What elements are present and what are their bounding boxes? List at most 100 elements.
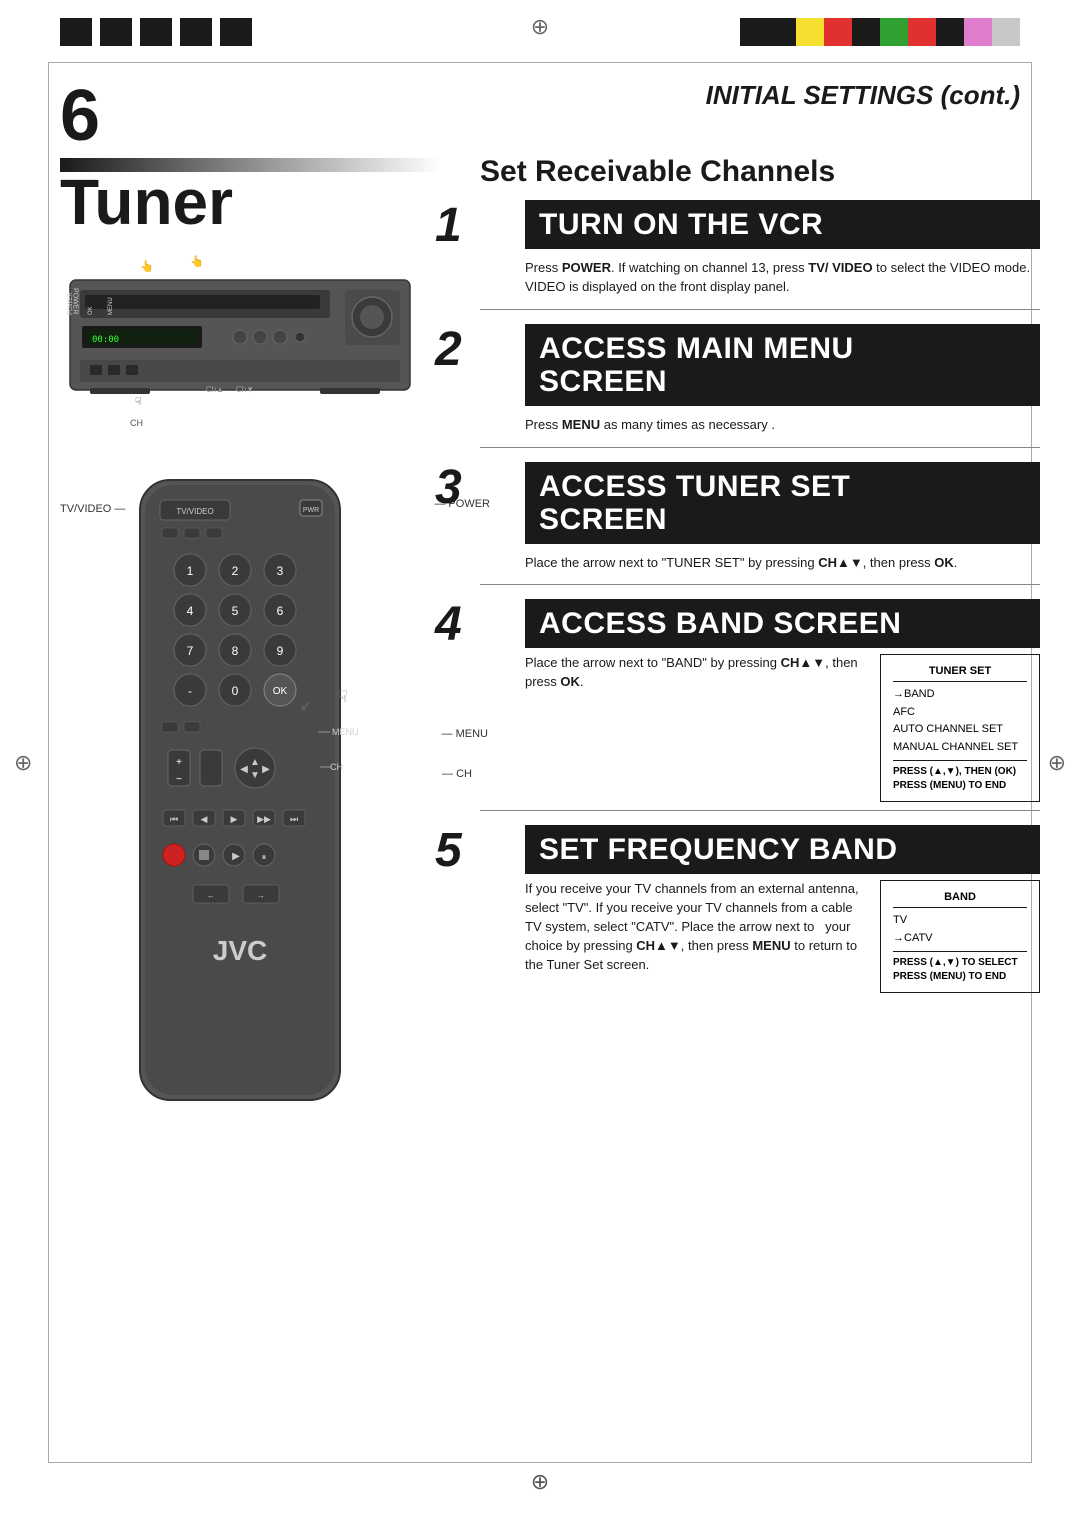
svg-text:◀: ◀	[201, 814, 208, 824]
svg-text:☟: ☟	[338, 689, 348, 706]
page-title: INITIAL SETTINGS (cont.)	[706, 80, 1020, 111]
step-2: ACCESS MAIN MENUSCREEN Press MENU as man…	[480, 324, 1040, 448]
svg-text:JVC: JVC	[213, 935, 267, 966]
svg-text:←: ←	[207, 891, 215, 900]
svg-text:▶: ▶	[262, 764, 270, 775]
step-5-menu-title: BAND	[893, 889, 1027, 908]
svg-text:⏮: ⏮	[170, 814, 178, 824]
svg-text:▶: ▶	[232, 851, 240, 862]
svg-text:⏸: ⏸	[262, 852, 267, 862]
step-5-number: 5	[435, 827, 462, 875]
step-3-title: ACCESS TUNER SETSCREEN	[539, 470, 1026, 536]
svg-text:👆: 👆	[190, 255, 204, 268]
svg-text:POWER: POWER	[68, 292, 74, 315]
step-4-header: ACCESS BAND SCREEN	[525, 599, 1040, 648]
step-1-number: 1	[435, 202, 462, 250]
svg-text:↙: ↙	[300, 697, 312, 713]
tv-video-label: TV/VIDEO —	[60, 503, 125, 515]
border-bottom	[48, 1462, 1032, 1463]
svg-text:+: +	[176, 757, 182, 768]
svg-text:2: 2	[232, 564, 239, 578]
svg-text:▶▶: ▶▶	[257, 814, 271, 824]
svg-text:OK: OK	[88, 306, 94, 315]
step-4: ACCESS BAND SCREEN Place the arrow next …	[480, 599, 1040, 811]
step-5-menu-box: BAND TV →CATV PRESS (▲,▼) TO SELECTPRESS…	[880, 880, 1040, 993]
svg-text:7: 7	[187, 644, 194, 658]
svg-text:▲: ▲	[250, 757, 260, 768]
step-5-menu-item-1: TV	[893, 912, 1027, 930]
step-4-menu-title: TUNER SET	[893, 663, 1027, 682]
step-1-header: TURN ON THE VCR	[525, 200, 1040, 249]
svg-text:⏭: ⏭	[290, 814, 298, 824]
svg-text:MENU: MENU	[332, 727, 359, 737]
tuner-heading: Tuner	[60, 165, 233, 239]
step-5-title: SET FREQUENCY BAND	[539, 833, 1026, 866]
step-5: SET FREQUENCY BAND If you receive your T…	[480, 825, 1040, 993]
steps-column: TURN ON THE VCR Press POWER. If watching…	[480, 200, 1040, 1007]
step-3-header: ACCESS TUNER SETSCREEN	[525, 462, 1040, 544]
svg-text:5: 5	[232, 604, 239, 618]
border-left	[48, 62, 49, 1463]
step-5-menu-item-2: →CATV	[893, 930, 1027, 948]
svg-text:▶: ▶	[231, 814, 238, 824]
svg-text:8: 8	[232, 644, 239, 658]
svg-text:Ch▼: Ch▼	[236, 385, 254, 394]
svg-text:TV/VIDEO: TV/VIDEO	[176, 507, 213, 516]
svg-text:-: -	[188, 684, 192, 698]
step-5-body: If you receive your TV channels from an …	[525, 880, 868, 974]
step-2-header: ACCESS MAIN MENUSCREEN	[525, 324, 1040, 406]
svg-text:MENU: MENU	[108, 297, 114, 315]
svg-text:1: 1	[187, 564, 194, 578]
color-bar	[740, 18, 1020, 46]
svg-text:4: 4	[187, 604, 194, 618]
svg-text:9: 9	[277, 644, 284, 658]
step-1-title: TURN ON THE VCR	[539, 208, 1026, 241]
right-crosshair: ⊕	[1048, 750, 1066, 776]
step-4-body: Place the arrow next to "BAND" by pressi…	[525, 654, 868, 692]
left-crosshair: ⊕	[14, 750, 32, 776]
svg-text:→: →	[257, 891, 265, 900]
step-4-menu-box: TUNER SET →BAND AFC AUTO CHANNEL SET MAN…	[880, 654, 1040, 802]
step-1: TURN ON THE VCR Press POWER. If watching…	[480, 200, 1040, 310]
border-top	[48, 62, 1032, 63]
page-number: 6	[60, 80, 100, 152]
step-2-number: 2	[435, 326, 462, 374]
step-5-body-container: If you receive your TV channels from an …	[525, 880, 1040, 993]
step-4-number: 4	[435, 601, 462, 649]
step-4-menu-item-3: AUTO CHANNEL SET	[893, 721, 1027, 739]
svg-text:Ch▲: Ch▲	[206, 385, 224, 394]
svg-text:0: 0	[232, 684, 239, 698]
svg-text:OK: OK	[273, 686, 288, 697]
svg-text:00:00: 00:00	[92, 335, 119, 345]
step-3-body: Place the arrow next to "TUNER SET" by p…	[525, 550, 1040, 577]
step-5-header: SET FREQUENCY BAND	[525, 825, 1040, 874]
svg-text:3: 3	[277, 564, 284, 578]
svg-text:6: 6	[277, 604, 284, 618]
step-4-menu-footer: PRESS (▲,▼), THEN (OK)PRESS (MENU) TO EN…	[893, 760, 1027, 793]
step-2-title: ACCESS MAIN MENUSCREEN	[539, 332, 1026, 398]
svg-text:−: −	[176, 774, 182, 785]
step-4-body-container: Place the arrow next to "BAND" by pressi…	[525, 654, 1040, 802]
remote-image: TV/VIDEO PWR 1 2 3 4 5 6 7 8 9	[80, 470, 440, 1150]
svg-text:CH: CH	[130, 418, 143, 428]
svg-text:▼: ▼	[250, 770, 260, 781]
bottom-crosshair: ⊕	[531, 1469, 549, 1495]
step-2-body: Press MENU as many times as necessary .	[525, 412, 1040, 439]
registration-squares	[60, 18, 252, 46]
set-receivable-heading: Set Receivable Channels	[480, 155, 835, 189]
step-4-title: ACCESS BAND SCREEN	[539, 607, 1026, 640]
top-crosshair: ⊕	[531, 14, 549, 40]
step-3: ACCESS TUNER SETSCREEN Place the arrow n…	[480, 462, 1040, 586]
step-4-menu-item-4: MANUAL CHANNEL SET	[893, 739, 1027, 757]
ch-label: — CH	[442, 768, 472, 780]
step-1-body: Press POWER. If watching on channel 13, …	[525, 255, 1040, 301]
vcr-image: 00:00 Ch▲ Ch▼ POWER 👆 👆 ☟ CH POWER OK ME…	[60, 240, 450, 440]
svg-text:◀: ◀	[240, 764, 248, 775]
svg-text:☟: ☟	[135, 396, 142, 408]
step-4-menu-item-1: →BAND	[893, 686, 1027, 704]
svg-text:PWR: PWR	[303, 507, 319, 514]
step-3-number: 3	[435, 464, 462, 512]
step-4-menu-item-2: AFC	[893, 704, 1027, 722]
svg-text:👆: 👆	[140, 260, 154, 273]
step-5-menu-footer: PRESS (▲,▼) TO SELECTPRESS (MENU) TO END	[893, 951, 1027, 984]
